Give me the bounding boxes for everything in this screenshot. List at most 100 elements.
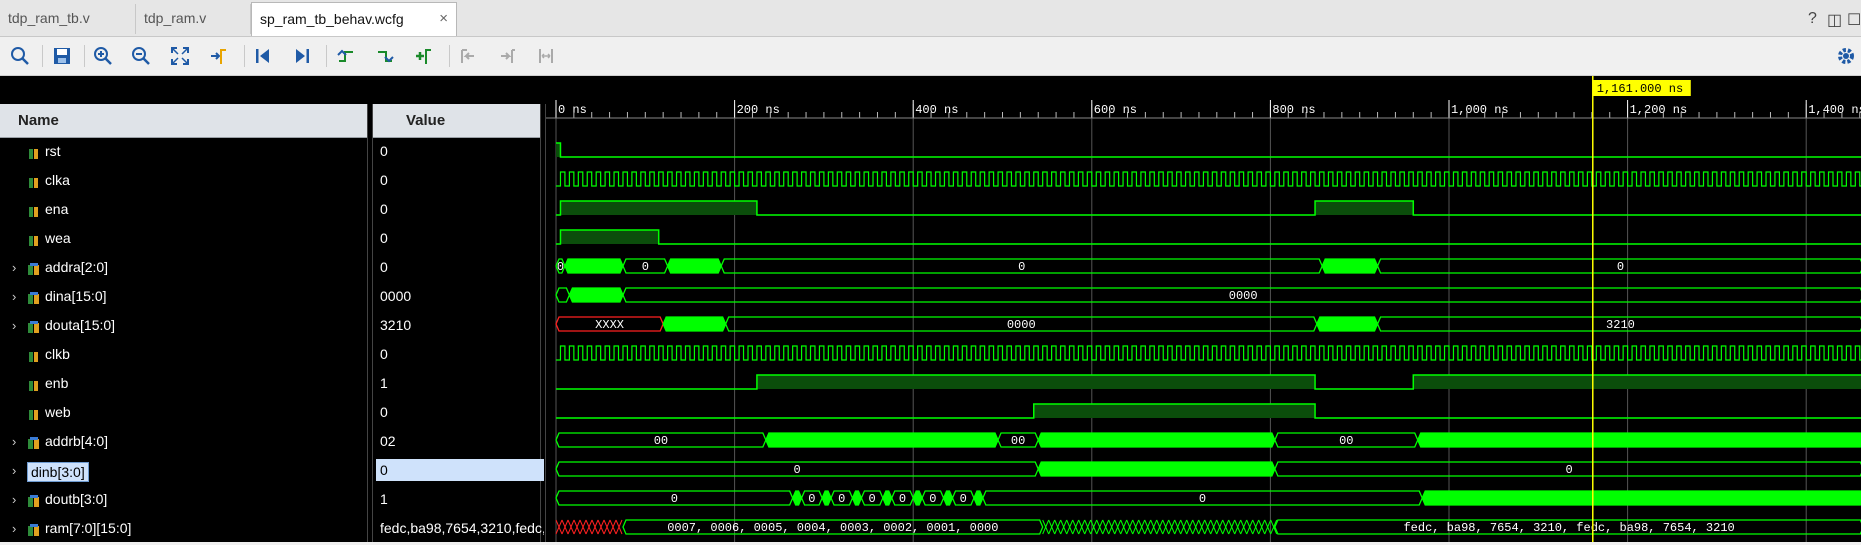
expand-chevron-icon[interactable]: › [12,434,16,449]
swap-cursors-icon[interactable] [532,42,560,70]
bus-segment [1037,432,1276,448]
signal-row[interactable]: › ram[7:0][15:0] fedc,ba98,7654,3210,fedc,… [0,516,546,545]
previous-transition-icon[interactable] [332,42,360,70]
bus-value-label: 00 [1011,434,1025,448]
tab-label: tdp_ram_tb.v [8,10,90,26]
signal-row[interactable]: wea 0 [0,226,546,255]
expand-chevron-icon[interactable]: › [12,492,16,507]
bus-hatch [603,519,611,535]
search-icon[interactable] [6,42,34,70]
tab-tdp-ram[interactable]: tdp_ram.v [136,4,251,34]
signal-name[interactable]: rst [45,143,61,159]
bus-hatch [1186,519,1194,535]
signal-row[interactable]: › addra[2:0] 0 [0,255,546,284]
bus-hatch [1204,519,1212,535]
bus-segment [973,490,984,506]
waveform-canvas[interactable]: 0 ns 200 ns 400 ns 600 ns 800 ns 1,000 ns 1,20… [546,76,1861,542]
zoom-fit-icon[interactable] [166,42,194,70]
close-icon[interactable]: × [439,3,448,35]
expand-chevron-icon[interactable]: › [12,289,16,304]
bus-hatch [591,519,599,535]
signal-name[interactable]: ram[7:0][15:0] [45,520,131,536]
signal-row[interactable]: clka 0 [0,168,546,197]
go-to-last-time-icon[interactable] [288,42,316,70]
expand-chevron-icon[interactable]: › [12,260,16,275]
bus-hatch [561,519,569,535]
save-icon[interactable] [48,42,76,70]
bus-value-label: 00 [654,434,668,448]
bus-hatch [1162,519,1170,535]
bus-hatch [555,519,563,535]
waveform-view[interactable]: 0 ns 200 ns 400 ns 600 ns 800 ns 1,000 ns 1,20… [546,76,1861,542]
tab-tdp-ram-tb[interactable]: tdp_ram_tb.v [0,4,136,34]
bus-hatch [1228,519,1236,535]
signal-name[interactable]: enb [45,375,68,391]
bus-hatch [1168,519,1176,535]
bus-value-label: 0 [557,260,564,274]
tab-label: tdp_ram.v [144,10,207,26]
bus-segment [1316,316,1379,332]
zoom-in-icon[interactable] [89,42,117,70]
go-to-time-0-icon[interactable] [249,42,277,70]
tab-label: sp_ram_tb_behav.wcfg [260,11,404,27]
bus-segment [662,316,727,332]
signal-name[interactable]: douta[15:0] [45,317,115,333]
signal-name[interactable]: doutb[3:0] [45,491,107,507]
signal-row[interactable]: › dinb[3:0] 0 [0,458,546,487]
previous-marker-icon[interactable] [454,42,482,70]
next-transition-icon[interactable] [371,42,399,70]
bus-hatch [1084,519,1092,535]
signal-row[interactable]: › doutb[3:0] 1 [0,487,546,516]
bus-value-label: 0 [899,492,906,506]
time-tick-label: 1,400 ns [1808,103,1861,117]
signal-row[interactable]: clkb 0 [0,342,546,371]
bus-signal-icon [28,321,39,333]
help-icon[interactable]: ? [1808,10,1817,28]
high-level-fill [560,230,659,244]
bus-hatch [1270,519,1278,535]
bus-hatch [1198,519,1206,535]
expand-chevron-icon[interactable]: › [12,318,16,333]
signal-name[interactable]: ena [45,201,68,217]
maximize-icon[interactable]: ☐ [1847,10,1861,30]
signal-name[interactable]: dinb[3:0] [27,462,89,482]
go-to-cursor-icon[interactable] [205,42,233,70]
zoom-out-icon[interactable] [127,42,155,70]
settings-icon[interactable] [1832,42,1860,70]
signal-name[interactable]: web [45,404,71,420]
signal-name[interactable]: clkb [45,346,70,362]
signal-row[interactable]: › douta[15:0] 3210 [0,313,546,342]
signal-value: 0 [380,172,388,188]
bus-hatch [1258,519,1266,535]
bus-hatch [567,519,575,535]
bus-value-label: 00 [1339,434,1353,448]
bus-signal-icon [28,524,39,536]
bus-hatch [1048,519,1056,535]
signal-name[interactable]: clka [45,172,70,188]
signal-row[interactable]: ena 0 [0,197,546,226]
signal-name[interactable]: addrb[4:0] [45,433,108,449]
add-marker-icon[interactable] [410,42,438,70]
expand-chevron-icon[interactable]: › [12,521,16,536]
next-marker-icon[interactable] [493,42,521,70]
value-column-header[interactable]: Value [373,104,541,138]
bus-hatch [573,519,581,535]
signal-name[interactable]: addra[2:0] [45,259,108,275]
signal-name[interactable]: wea [45,230,71,246]
signal-row[interactable]: › addrb[4:0] 02 [0,429,546,458]
expand-chevron-icon[interactable]: › [12,463,16,478]
signal-row[interactable]: rst 0 [0,139,546,168]
bus-hatch [1102,519,1110,535]
signal-row[interactable]: web 0 [0,400,546,429]
name-column-header[interactable]: Name [0,104,368,138]
signal-name[interactable]: dina[15:0] [45,288,107,304]
signal-row[interactable]: enb 1 [0,371,546,400]
restore-icon[interactable]: ◫ [1827,10,1842,30]
bus-hatch [1108,519,1116,535]
signal-row[interactable]: › dina[15:0] 0000 [0,284,546,313]
bus-hatch [1240,519,1248,535]
high-level-fill [756,375,1316,389]
editor-tab-bar: tdp_ram_tb.v tdp_ram.v sp_ram_tb_behav.w… [0,0,1861,37]
bus-value-label: 0 [808,492,815,506]
tab-sp-ram-tb-behav[interactable]: sp_ram_tb_behav.wcfg × [251,2,457,36]
